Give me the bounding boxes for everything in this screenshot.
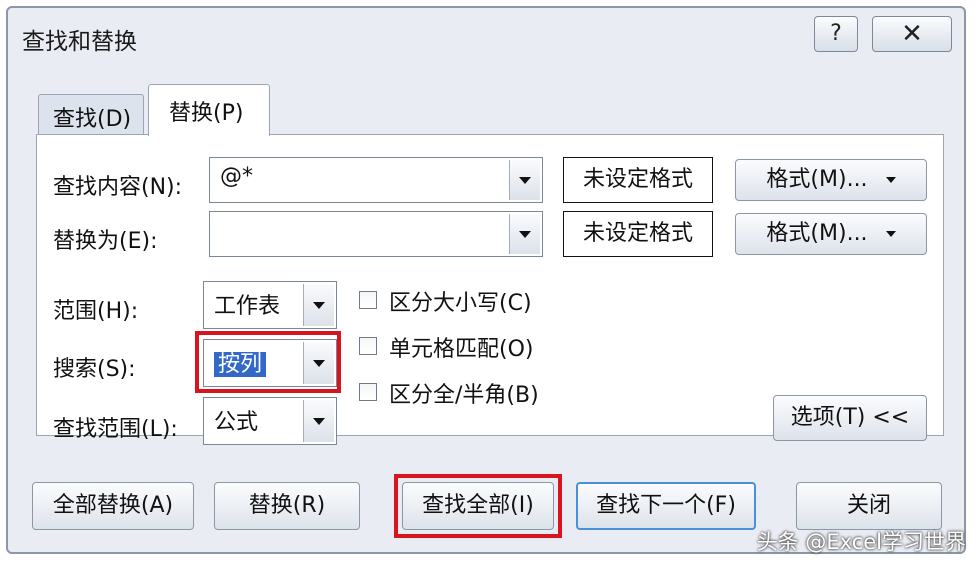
watermark: 头条 @Excel学习世界 [756, 530, 966, 554]
replace-with-dropdown[interactable] [509, 214, 540, 254]
match-byte-label: 区分全/半角(B) [389, 383, 539, 408]
scope-select[interactable]: 工作表 [203, 281, 337, 329]
find-what-input[interactable]: @* [209, 157, 543, 203]
find-format-preview: 未设定格式 [563, 157, 713, 203]
title-bar: 查找和替换 ? ✕ [8, 8, 964, 70]
look-in-value: 公式 [214, 410, 259, 435]
chevron-down-icon [313, 301, 325, 309]
find-format-label: 格式(M)... [766, 167, 868, 192]
find-format-button[interactable]: 格式(M)... [735, 159, 927, 201]
close-icon[interactable]: ✕ [872, 16, 952, 52]
help-button[interactable]: ? [814, 16, 858, 52]
replace-panel: 查找内容(N): @* 未设定格式 格式(M)... 替换为(E): 未设定格式… [36, 134, 944, 445]
scope-label: 范围(H): [53, 299, 139, 324]
chevron-down-icon [885, 231, 896, 237]
find-next-button[interactable]: 查找下一个(F) [576, 482, 756, 530]
tab-find-label: 查找(D) [53, 107, 132, 132]
match-case-label: 区分大小写(C) [389, 291, 532, 316]
find-what-dropdown[interactable] [509, 160, 540, 200]
look-in-label: 查找范围(L): [53, 417, 178, 442]
replace-with-label: 替换为(E): [53, 229, 158, 254]
tab-replace-label: 替换(P) [169, 101, 244, 126]
find-all-highlight-box [394, 474, 562, 538]
chevron-down-icon [885, 177, 896, 183]
replace-button[interactable]: 替换(R) [214, 482, 360, 530]
replace-all-button[interactable]: 全部替换(A) [32, 482, 194, 530]
find-replace-dialog: 查找和替换 ? ✕ 查找(D) 替换(P) 查找内容(N): @* 未设定格式 … [6, 6, 966, 554]
replace-with-input[interactable] [209, 211, 543, 257]
look-in-dropdown[interactable] [303, 400, 334, 442]
match-case-checkbox[interactable] [359, 291, 377, 309]
tab-find[interactable]: 查找(D) [38, 94, 144, 134]
chevron-down-icon [313, 417, 325, 425]
match-entire-cell-label: 单元格匹配(O) [389, 337, 534, 362]
search-label: 搜索(S): [53, 357, 136, 382]
scope-dropdown[interactable] [303, 284, 334, 326]
chevron-down-icon [519, 230, 531, 238]
close-button[interactable]: 关闭 [796, 482, 942, 530]
dialog-title: 查找和替换 [22, 29, 137, 55]
options-button[interactable]: 选项(T) << [773, 395, 927, 441]
find-what-value: @* [220, 164, 253, 189]
tab-replace[interactable]: 替换(P) [148, 84, 270, 136]
search-highlight-box [195, 331, 341, 393]
replace-format-button[interactable]: 格式(M)... [735, 213, 927, 255]
replace-format-label: 格式(M)... [766, 221, 868, 246]
replace-format-preview: 未设定格式 [563, 211, 713, 257]
match-entire-cell-checkbox[interactable] [359, 337, 377, 355]
look-in-select[interactable]: 公式 [203, 397, 337, 445]
match-byte-checkbox[interactable] [359, 383, 377, 401]
scope-value: 工作表 [214, 294, 281, 319]
find-what-label: 查找内容(N): [53, 175, 183, 200]
chevron-down-icon [519, 176, 531, 184]
